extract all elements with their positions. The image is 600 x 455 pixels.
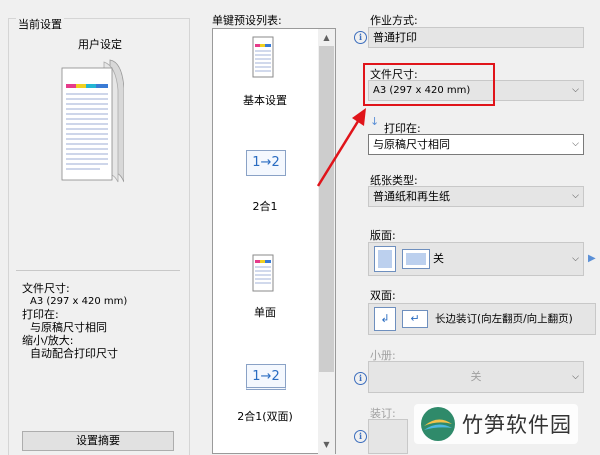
scroll-down-icon[interactable]: ▼ [318, 436, 335, 453]
print-on-select[interactable]: 与原稿尺寸相同 ⌵ [368, 134, 584, 155]
info-file-size-value: A3 (297 x 420 mm) [30, 296, 128, 307]
info-icon[interactable]: i [354, 31, 367, 44]
layout-select[interactable]: 关 ⌵ [368, 242, 584, 276]
job-mode-select[interactable]: 普通打印 [368, 27, 584, 48]
scroll-thumb[interactable] [319, 46, 334, 372]
chevron-down-icon: ⌵ [572, 372, 579, 382]
info-icon[interactable]: i [354, 372, 367, 385]
print-on-value: 与原稿尺寸相同 [373, 138, 450, 151]
flip-up-icon: ↵ [402, 310, 428, 328]
two-in-one-icon[interactable]: 1→2 [246, 150, 286, 176]
info-print-on-label: 打印在: [22, 308, 59, 321]
left-separator [16, 270, 180, 271]
long-edge-binding-icon: ↲ [374, 307, 396, 331]
portrait-icon [374, 246, 396, 272]
layout-value: 关 [433, 252, 444, 265]
arrow-right-icon[interactable]: ▶ [588, 253, 596, 264]
job-mode-label: 作业方式: [370, 14, 418, 27]
info-print-on-value: 与原稿尺寸相同 [30, 321, 107, 334]
paper-type-value: 普通纸和再生纸 [373, 190, 450, 203]
preset-label-basic[interactable]: 基本设置 [213, 92, 317, 108]
bamboo-logo-icon [421, 407, 455, 441]
scroll-up-icon[interactable]: ▲ [318, 29, 335, 46]
info-icon[interactable]: i [354, 430, 367, 443]
preset-label-2in1[interactable]: 2合1 [213, 198, 317, 214]
binding-select [368, 419, 408, 454]
info-scale-label: 缩小/放大: [22, 334, 74, 347]
layout-label: 版面: [370, 229, 396, 242]
document-icon[interactable] [252, 36, 274, 78]
watermark-logo: 竹笋软件园 [414, 404, 578, 444]
watermark-text: 竹笋软件园 [462, 413, 572, 437]
landscape-icon [402, 249, 430, 269]
paper-type-select[interactable]: 普通纸和再生纸 ⌵ [368, 186, 584, 207]
preset-list-title: 单键预设列表: [212, 14, 282, 27]
booklet-value: 关 [470, 370, 482, 383]
preset-label-single[interactable]: 单面 [213, 304, 317, 320]
duplex-label: 双面: [370, 289, 396, 302]
chevron-down-icon: ⌵ [572, 254, 579, 264]
preset-label-2in1-duplex[interactable]: 2合1(双面) [213, 408, 317, 424]
user-setting-label: 用户设定 [78, 38, 122, 51]
info-scale-value: 自动配合打印尺寸 [30, 347, 118, 360]
current-settings-title: 当前设置 [16, 16, 64, 32]
document-preview-icon [61, 59, 124, 183]
annotation-arrow-icon [316, 108, 366, 187]
info-file-size-label: 文件尺寸: [22, 282, 70, 295]
chevron-down-icon: ⌵ [572, 85, 579, 95]
single-side-icon[interactable] [252, 254, 274, 292]
booklet-select: 关 ⌵ [368, 361, 584, 393]
job-mode-value: 普通打印 [373, 31, 417, 44]
highlight-box [363, 63, 495, 106]
chevron-down-icon: ⌵ [572, 139, 579, 149]
duplex-value: 长边装订(向左翻页/向上翻页) [435, 313, 573, 325]
settings-summary-button[interactable]: 设置摘要 [22, 431, 174, 451]
chevron-down-icon: ⌵ [572, 191, 579, 201]
two-in-one-duplex-icon[interactable]: 1→2 [246, 364, 286, 390]
